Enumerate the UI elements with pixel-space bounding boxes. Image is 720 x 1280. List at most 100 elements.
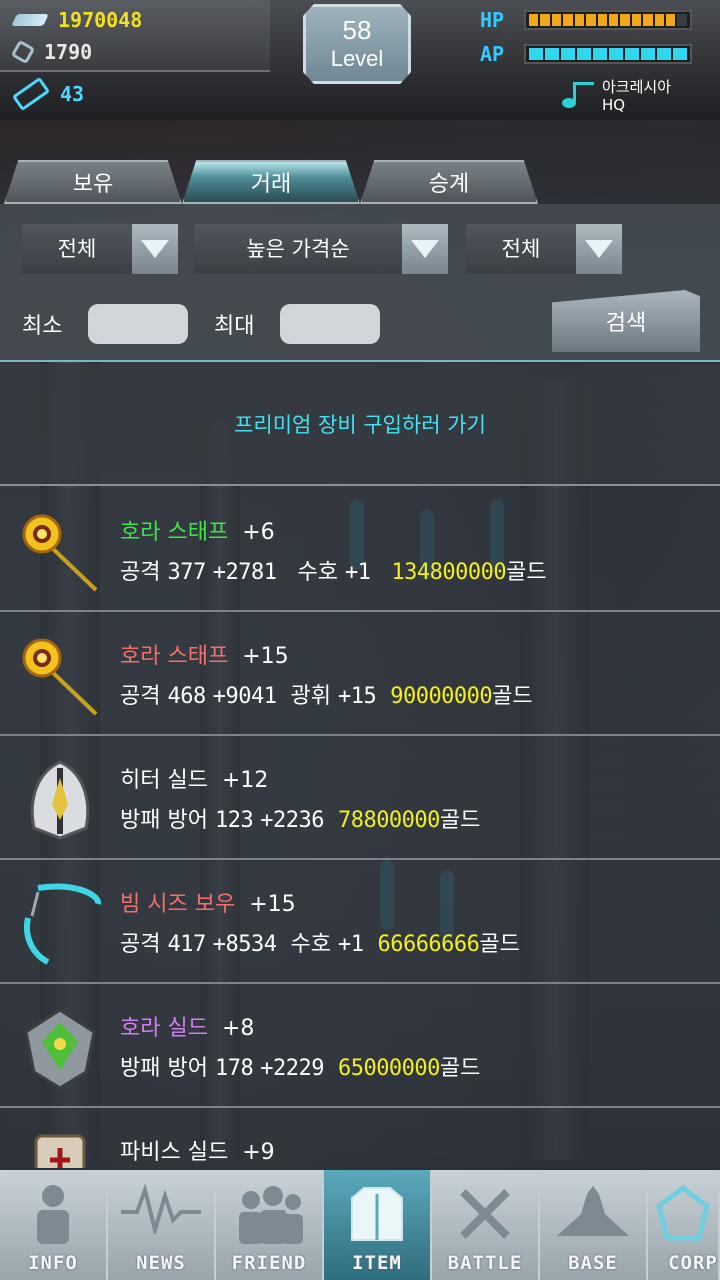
currency-label: 골드	[439, 1056, 481, 1081]
item-title: 호라 실드	[120, 1016, 208, 1041]
bar-segment	[586, 14, 596, 26]
list-item[interactable]: 호라 스태프 +6 공격 377 +2781 수호 +1 134800000골드	[0, 488, 720, 612]
bar-segment	[529, 48, 543, 60]
item-name: 빔 시즈 보우 +15	[120, 886, 296, 918]
pavise-shield-icon	[34, 1134, 86, 1168]
location-button[interactable]: 아크레시아 HQ	[562, 78, 671, 114]
level-badge: 58 Level	[303, 4, 411, 84]
nav-news[interactable]: NEWS	[108, 1170, 216, 1280]
nav-friend[interactable]: FRIEND	[216, 1170, 324, 1280]
nav-battle[interactable]: BATTLE	[432, 1170, 540, 1280]
filter-panel: 전체 높은 가격순 전체 최소 최대 검색	[0, 204, 720, 362]
item-stats: 방패 방어 178 +2229 65000000골드	[120, 1050, 480, 1082]
bar-segment	[609, 48, 623, 60]
bar-segment	[608, 14, 619, 26]
location-sub: HQ	[602, 96, 626, 114]
ticket-icon	[11, 76, 51, 112]
type-dropdown[interactable]: 전체	[466, 224, 622, 274]
nav-corp[interactable]: CORP	[648, 1170, 720, 1280]
list-item[interactable]: 빔 시즈 보우 +15 공격 417 +8534 수호 +1 66666666골…	[0, 860, 720, 984]
nav-label: CORP	[668, 1252, 718, 1274]
base-icon	[557, 1186, 629, 1236]
level-label: Level	[330, 46, 384, 71]
gem-counter: 1790	[10, 39, 92, 65]
item-title: 호라 스태프	[120, 644, 229, 669]
stat-bonus: +8534	[212, 932, 277, 957]
list-item[interactable]: 파비스 실드 +9	[0, 1108, 720, 1168]
pulse-icon	[121, 1184, 201, 1234]
list-item[interactable]: 호라 스태프 +15 공격 468 +9041 광휘 +15 90000000골…	[0, 612, 720, 736]
type-chevron-button[interactable]	[576, 224, 622, 274]
item-name: 호라 스태프 +15	[120, 638, 289, 670]
ticket-counter: 43	[11, 76, 84, 112]
gold-counter: 1970048	[11, 8, 142, 32]
search-button[interactable]: 검색	[552, 290, 700, 352]
sort-chevron-button[interactable]	[402, 224, 448, 274]
item-plus: +15	[249, 892, 296, 917]
tab-inherit[interactable]: 승계	[360, 160, 538, 204]
item-stats: 공격 377 +2781 수호 +1 134800000골드	[120, 554, 547, 586]
bar-segment	[545, 48, 559, 60]
nav-label: FRIEND	[231, 1252, 307, 1274]
bar-segment	[631, 14, 642, 26]
gem-icon	[10, 39, 36, 65]
item-icon	[351, 1187, 403, 1241]
min-price-input[interactable]	[88, 304, 188, 344]
premium-shop-link[interactable]: 프리미엄 장비 구입하러 가기	[0, 364, 720, 486]
item-price: 66666666	[377, 932, 480, 957]
bottom-nav: INFO NEWS FRIEND ITEM BATTLE BASE CORP	[0, 1170, 720, 1280]
location-name: 아크레시아	[602, 78, 672, 96]
bar-segment	[657, 48, 671, 60]
nav-label: INFO	[28, 1252, 78, 1274]
category-dropdown[interactable]: 전체	[22, 224, 178, 274]
swords-icon	[460, 1189, 510, 1239]
list-item[interactable]: 호라 실드 +8 방패 방어 178 +2229 65000000골드	[0, 984, 720, 1108]
person-icon	[37, 1185, 69, 1244]
item-title: 히터 실드	[120, 768, 208, 793]
corp-icon	[656, 1184, 710, 1241]
max-price-input[interactable]	[280, 304, 380, 344]
enchant-type: 수호	[290, 932, 331, 957]
currency-label: 골드	[479, 932, 520, 957]
tab-owned[interactable]: 보유	[4, 160, 182, 204]
stat-bonus: +2781	[212, 560, 277, 585]
currency-label: 골드	[439, 808, 481, 833]
nav-base[interactable]: BASE	[540, 1170, 648, 1280]
bar-segment	[563, 14, 573, 26]
enchant-type: 광휘	[290, 684, 331, 709]
chevron-down-icon	[411, 240, 439, 258]
item-plus: +8	[221, 1016, 255, 1041]
item-list: 호라 스태프 +6 공격 377 +2781 수호 +1 134800000골드…	[0, 488, 720, 1168]
stat-type: 방패 방어	[120, 1056, 208, 1081]
currency-label: 골드	[492, 684, 533, 709]
category-chevron-button[interactable]	[132, 224, 178, 274]
item-plus: +12	[221, 768, 269, 793]
bar-segment	[643, 14, 653, 26]
hp-bar	[524, 10, 692, 30]
top-hud: 1970048 1790 43 58 Level HP AP 아크레시아 HQ	[0, 0, 720, 120]
nav-item[interactable]: ITEM	[324, 1170, 432, 1280]
enchant-value: +15	[337, 684, 377, 709]
ap-label: AP	[480, 42, 505, 66]
hp-label: HP	[480, 8, 505, 32]
stat-base: 468	[167, 684, 206, 709]
min-label: 최소	[22, 314, 63, 339]
bar-segment	[620, 14, 630, 26]
nav-info[interactable]: INFO	[0, 1170, 108, 1280]
list-item[interactable]: 히터 실드 +12 방패 방어 123 +2236 78800000골드	[0, 736, 720, 860]
max-label: 최대	[214, 314, 255, 339]
enchant-value: +1	[344, 560, 371, 585]
emblem-shield-icon	[24, 1008, 96, 1090]
stat-bonus: +2236	[260, 808, 324, 833]
gold-icon	[11, 14, 49, 26]
bar-segment	[597, 14, 607, 26]
item-price: 134800000	[391, 560, 507, 585]
nav-label: BATTLE	[447, 1252, 523, 1274]
stat-type: 공격	[120, 560, 161, 585]
stat-base: 178	[214, 1056, 254, 1081]
stat-base: 123	[214, 808, 254, 833]
sort-dropdown[interactable]: 높은 가격순	[194, 224, 448, 274]
stat-type: 공격	[120, 684, 161, 709]
tab-trade[interactable]: 거래	[182, 160, 360, 204]
currency-label: 골드	[506, 560, 547, 585]
